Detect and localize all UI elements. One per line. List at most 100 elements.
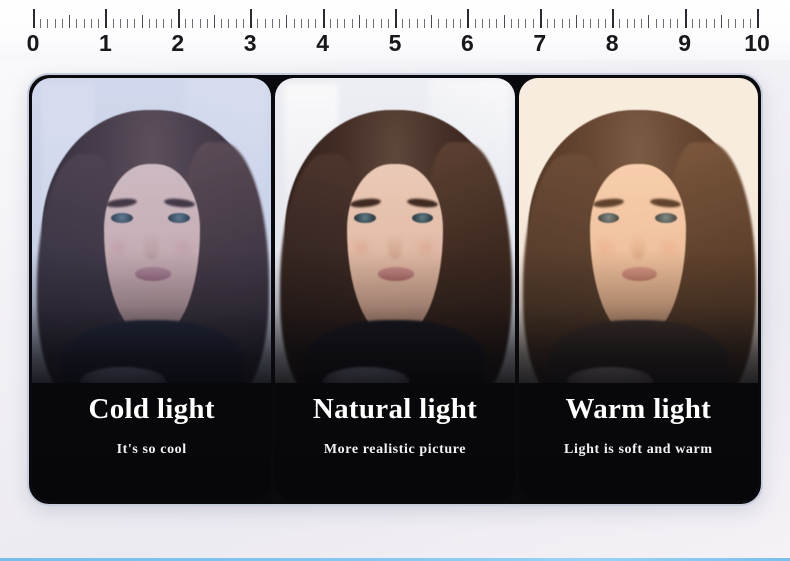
panel-subtitle-natural: More realistic picture (323, 442, 467, 457)
ruler-tick-minor (337, 19, 339, 28)
ruler-tick-minor (351, 19, 353, 28)
ruler-label-10: 10 (744, 30, 770, 56)
ruler-tick-minor (344, 19, 346, 28)
portrait-image-warm (518, 78, 758, 396)
ruler-tick-half (503, 15, 505, 28)
cheek-right (170, 237, 195, 260)
ruler-tick-minor (713, 19, 715, 28)
ruler-tick-minor (366, 19, 368, 28)
ruler-tick-major (395, 9, 397, 28)
ruler-tick-half (286, 15, 288, 28)
ruler-tick-minor (127, 19, 129, 28)
ruler-tick-minor (561, 19, 563, 28)
nose (144, 233, 159, 260)
ruler-tick-half (141, 15, 143, 28)
panel-title-warm: Warm light (565, 393, 712, 425)
ruler-tick-minor (308, 19, 310, 28)
ruler-tick-major (539, 9, 542, 28)
ruler-tick-minor (271, 19, 273, 28)
panel-warm-light[interactable]: Warm light Light is soft and warm (518, 78, 758, 501)
caption-cold: Cold light It's so cool (32, 383, 272, 501)
ruler-tick-minor (119, 19, 121, 28)
ruler-tick-minor (554, 19, 556, 28)
panel-row: Cold light It's so cool Natural light Mo… (29, 75, 761, 504)
panel-subtitle-warm: Light is soft and warm (564, 442, 713, 457)
ruler-tick-minor (98, 19, 100, 28)
lips (621, 267, 658, 281)
ruler-tick-minor (699, 19, 701, 28)
ruler-tick-minor (583, 19, 585, 28)
ruler-tick-minor (728, 19, 730, 28)
ruler-tick-half (69, 15, 71, 28)
ruler-tick-minor (228, 19, 230, 28)
ruler-tick-major (322, 9, 325, 28)
ruler-tick-minor (510, 19, 512, 28)
photo-cold-light (32, 78, 272, 396)
cheek-left (592, 237, 617, 260)
ruler-tick-minor (192, 19, 194, 28)
ruler-tick-major (467, 9, 470, 28)
photo-warm-light (518, 78, 758, 396)
ruler-tick-minor (474, 19, 476, 28)
ruler-tick-minor (279, 19, 281, 28)
ruler-tick-minor (329, 19, 331, 28)
ruler-tick-minor (61, 19, 63, 28)
ruler-tick-major (177, 9, 180, 28)
ruler-tick-minor (633, 19, 635, 28)
ruler-tick-minor (409, 19, 411, 28)
caption-warm: Warm light Light is soft and warm (518, 383, 758, 501)
ruler-tick-minor (199, 19, 201, 28)
ruler-tick-half (648, 15, 650, 28)
ruler-tick-minor (706, 19, 708, 28)
ruler-tick-minor (148, 19, 150, 28)
ruler-label-3: 3 (243, 30, 257, 56)
ruler-tick-minor (206, 19, 208, 28)
ruler-tick-minor (112, 19, 114, 28)
ruler-tick-minor (185, 19, 187, 28)
ruler-label-8: 8 (605, 30, 619, 56)
panel-title-natural: Natural light (312, 393, 478, 425)
ruler-tick-minor (626, 19, 628, 28)
ruler-tick-minor (373, 19, 375, 28)
ruler-tick-half (214, 15, 215, 28)
ruler-tick-minor (387, 19, 389, 28)
ruler-tick-minor (293, 19, 295, 28)
ruler-tick-minor (655, 19, 657, 28)
portrait-image-natural (275, 78, 515, 396)
ruler-tick-minor (460, 19, 462, 28)
caption-natural: Natural light More realistic picture (275, 383, 515, 501)
ruler-tick-minor (47, 19, 49, 28)
ruler-tick-minor (54, 19, 56, 28)
panel-title-cold: Cold light (88, 393, 215, 425)
ruler-tick-minor (221, 19, 223, 28)
ruler-tick-major (105, 9, 108, 28)
ruler-tick-minor (445, 19, 447, 28)
ruler-tick-minor (40, 19, 42, 28)
ruler-tick-minor (691, 19, 693, 28)
ruler-tick-minor (481, 19, 483, 28)
panel-subtitle-cold: It's so cool (116, 442, 187, 457)
lips (378, 267, 415, 281)
lips (134, 267, 171, 281)
ruler-tick-minor (380, 19, 382, 28)
ruler-tick-minor (742, 19, 744, 28)
ruler-tick-major (684, 9, 687, 28)
ruler-tick-minor (170, 19, 172, 28)
ruler-tick-minor (264, 19, 266, 28)
ruler-label-2: 2 (171, 30, 185, 56)
ruler-tick-minor (489, 19, 491, 28)
panel-cold-light[interactable]: Cold light It's so cool (32, 78, 272, 501)
ruler-tick-minor (402, 19, 404, 28)
ruler-tick-minor (496, 19, 498, 28)
ruler-tick-minor (76, 19, 78, 28)
ruler-tick-minor (662, 19, 664, 28)
ruler-tick-major (757, 9, 759, 28)
ruler-tick-minor (83, 19, 85, 28)
panel-natural-light[interactable]: Natural light More realistic picture (275, 78, 515, 501)
ruler-tick-minor (257, 19, 259, 28)
ruler-label-4: 4 (316, 30, 329, 56)
portrait-image-cold (32, 78, 272, 396)
ruler-tick-minor (300, 19, 302, 28)
ruler-tick-minor (416, 19, 418, 28)
ruler-tick-minor (242, 19, 244, 28)
